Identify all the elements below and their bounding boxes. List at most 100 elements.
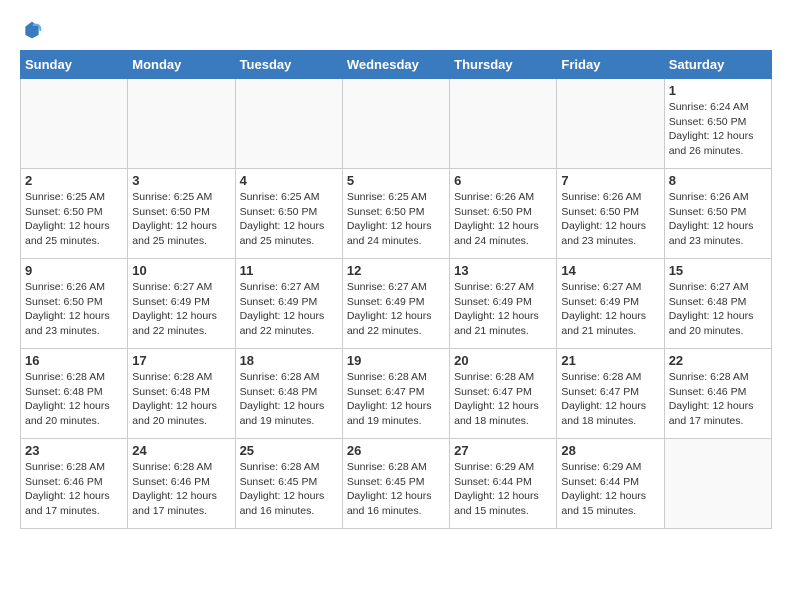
calendar-cell: 22 Sunrise: 6:28 AM Sunset: 6:46 PM Dayli… xyxy=(664,349,771,439)
day-info: Sunrise: 6:28 AM Sunset: 6:46 PM Dayligh… xyxy=(132,460,230,519)
calendar-cell: 8 Sunrise: 6:26 AM Sunset: 6:50 PM Daylig… xyxy=(664,169,771,259)
day-number: 8 xyxy=(669,173,767,188)
day-number: 24 xyxy=(132,443,230,458)
day-info: Sunrise: 6:25 AM Sunset: 6:50 PM Dayligh… xyxy=(25,190,123,249)
calendar-cell xyxy=(450,79,557,169)
day-number: 13 xyxy=(454,263,552,278)
day-info: Sunrise: 6:27 AM Sunset: 6:49 PM Dayligh… xyxy=(240,280,338,339)
day-number: 14 xyxy=(561,263,659,278)
calendar-cell: 4 Sunrise: 6:25 AM Sunset: 6:50 PM Daylig… xyxy=(235,169,342,259)
calendar-cell: 5 Sunrise: 6:25 AM Sunset: 6:50 PM Daylig… xyxy=(342,169,449,259)
day-info: Sunrise: 6:29 AM Sunset: 6:44 PM Dayligh… xyxy=(454,460,552,519)
day-info: Sunrise: 6:28 AM Sunset: 6:47 PM Dayligh… xyxy=(454,370,552,429)
day-info: Sunrise: 6:28 AM Sunset: 6:45 PM Dayligh… xyxy=(240,460,338,519)
day-info: Sunrise: 6:29 AM Sunset: 6:44 PM Dayligh… xyxy=(561,460,659,519)
calendar-cell: 19 Sunrise: 6:28 AM Sunset: 6:47 PM Dayli… xyxy=(342,349,449,439)
day-number: 19 xyxy=(347,353,445,368)
calendar-cell: 28Sunrise: 6:29 AM Sunset: 6:44 PM Dayli… xyxy=(557,439,664,529)
day-info: Sunrise: 6:25 AM Sunset: 6:50 PM Dayligh… xyxy=(240,190,338,249)
calendar-cell: 11 Sunrise: 6:27 AM Sunset: 6:49 PM Dayli… xyxy=(235,259,342,349)
day-info: Sunrise: 6:27 AM Sunset: 6:49 PM Dayligh… xyxy=(454,280,552,339)
day-number: 21 xyxy=(561,353,659,368)
page-header xyxy=(20,20,772,40)
calendar-cell: 10Sunrise: 6:27 AM Sunset: 6:49 PM Dayli… xyxy=(128,259,235,349)
day-info: Sunrise: 6:28 AM Sunset: 6:47 PM Dayligh… xyxy=(561,370,659,429)
calendar-cell xyxy=(235,79,342,169)
day-number: 17 xyxy=(132,353,230,368)
calendar-cell: 26 Sunrise: 6:28 AM Sunset: 6:45 PM Dayli… xyxy=(342,439,449,529)
day-info: Sunrise: 6:26 AM Sunset: 6:50 PM Dayligh… xyxy=(454,190,552,249)
day-info: Sunrise: 6:28 AM Sunset: 6:48 PM Dayligh… xyxy=(132,370,230,429)
calendar-week-row: 1 Sunrise: 6:24 AM Sunset: 6:50 PM Daylig… xyxy=(21,79,772,169)
day-number: 25 xyxy=(240,443,338,458)
calendar-cell xyxy=(21,79,128,169)
calendar-cell: 1 Sunrise: 6:24 AM Sunset: 6:50 PM Daylig… xyxy=(664,79,771,169)
calendar-cell: 21 Sunrise: 6:28 AM Sunset: 6:47 PM Dayli… xyxy=(557,349,664,439)
calendar-day-header: Sunday xyxy=(21,51,128,79)
day-info: Sunrise: 6:28 AM Sunset: 6:47 PM Dayligh… xyxy=(347,370,445,429)
day-info: Sunrise: 6:27 AM Sunset: 6:49 PM Dayligh… xyxy=(132,280,230,339)
day-number: 9 xyxy=(25,263,123,278)
calendar-cell: 23 Sunrise: 6:28 AM Sunset: 6:46 PM Dayli… xyxy=(21,439,128,529)
calendar-cell xyxy=(557,79,664,169)
calendar-cell: 9Sunrise: 6:26 AM Sunset: 6:50 PM Daylig… xyxy=(21,259,128,349)
day-number: 12 xyxy=(347,263,445,278)
calendar-cell xyxy=(342,79,449,169)
calendar-cell: 16 Sunrise: 6:28 AM Sunset: 6:48 PM Dayli… xyxy=(21,349,128,439)
day-info: Sunrise: 6:28 AM Sunset: 6:48 PM Dayligh… xyxy=(240,370,338,429)
day-number: 22 xyxy=(669,353,767,368)
day-info: Sunrise: 6:26 AM Sunset: 6:50 PM Dayligh… xyxy=(561,190,659,249)
day-number: 1 xyxy=(669,83,767,98)
day-info: Sunrise: 6:28 AM Sunset: 6:45 PM Dayligh… xyxy=(347,460,445,519)
calendar-cell: 24 Sunrise: 6:28 AM Sunset: 6:46 PM Dayli… xyxy=(128,439,235,529)
calendar-week-row: 2 Sunrise: 6:25 AM Sunset: 6:50 PM Daylig… xyxy=(21,169,772,259)
day-info: Sunrise: 6:25 AM Sunset: 6:50 PM Dayligh… xyxy=(132,190,230,249)
calendar-header-row: SundayMondayTuesdayWednesdayThursdayFrid… xyxy=(21,51,772,79)
calendar-cell: 25 Sunrise: 6:28 AM Sunset: 6:45 PM Dayli… xyxy=(235,439,342,529)
day-info: Sunrise: 6:27 AM Sunset: 6:49 PM Dayligh… xyxy=(561,280,659,339)
day-number: 18 xyxy=(240,353,338,368)
day-info: Sunrise: 6:24 AM Sunset: 6:50 PM Dayligh… xyxy=(669,100,767,159)
day-number: 4 xyxy=(240,173,338,188)
day-number: 20 xyxy=(454,353,552,368)
calendar-cell: 14 Sunrise: 6:27 AM Sunset: 6:49 PM Dayli… xyxy=(557,259,664,349)
calendar-cell: 17 Sunrise: 6:28 AM Sunset: 6:48 PM Dayli… xyxy=(128,349,235,439)
calendar-cell: 12 Sunrise: 6:27 AM Sunset: 6:49 PM Dayli… xyxy=(342,259,449,349)
day-info: Sunrise: 6:26 AM Sunset: 6:50 PM Dayligh… xyxy=(669,190,767,249)
day-info: Sunrise: 6:28 AM Sunset: 6:46 PM Dayligh… xyxy=(25,460,123,519)
calendar-cell: 27 Sunrise: 6:29 AM Sunset: 6:44 PM Dayli… xyxy=(450,439,557,529)
day-number: 7 xyxy=(561,173,659,188)
day-number: 27 xyxy=(454,443,552,458)
day-info: Sunrise: 6:25 AM Sunset: 6:50 PM Dayligh… xyxy=(347,190,445,249)
calendar-cell xyxy=(664,439,771,529)
calendar-cell: 13 Sunrise: 6:27 AM Sunset: 6:49 PM Dayli… xyxy=(450,259,557,349)
day-info: Sunrise: 6:28 AM Sunset: 6:46 PM Dayligh… xyxy=(669,370,767,429)
calendar-day-header: Thursday xyxy=(450,51,557,79)
day-number: 3 xyxy=(132,173,230,188)
day-number: 11 xyxy=(240,263,338,278)
day-number: 2 xyxy=(25,173,123,188)
calendar-day-header: Tuesday xyxy=(235,51,342,79)
calendar-cell: 6Sunrise: 6:26 AM Sunset: 6:50 PM Daylig… xyxy=(450,169,557,259)
logo xyxy=(20,20,42,40)
calendar-week-row: 16 Sunrise: 6:28 AM Sunset: 6:48 PM Dayli… xyxy=(21,349,772,439)
day-number: 15 xyxy=(669,263,767,278)
calendar-day-header: Saturday xyxy=(664,51,771,79)
logo-icon xyxy=(22,20,42,40)
calendar-week-row: 23 Sunrise: 6:28 AM Sunset: 6:46 PM Dayli… xyxy=(21,439,772,529)
day-info: Sunrise: 6:27 AM Sunset: 6:48 PM Dayligh… xyxy=(669,280,767,339)
day-number: 5 xyxy=(347,173,445,188)
calendar-cell: 7 Sunrise: 6:26 AM Sunset: 6:50 PM Daylig… xyxy=(557,169,664,259)
day-number: 23 xyxy=(25,443,123,458)
calendar-cell: 15 Sunrise: 6:27 AM Sunset: 6:48 PM Dayli… xyxy=(664,259,771,349)
day-number: 16 xyxy=(25,353,123,368)
day-info: Sunrise: 6:28 AM Sunset: 6:48 PM Dayligh… xyxy=(25,370,123,429)
calendar-day-header: Monday xyxy=(128,51,235,79)
calendar-week-row: 9Sunrise: 6:26 AM Sunset: 6:50 PM Daylig… xyxy=(21,259,772,349)
calendar-day-header: Wednesday xyxy=(342,51,449,79)
calendar-day-header: Friday xyxy=(557,51,664,79)
day-info: Sunrise: 6:27 AM Sunset: 6:49 PM Dayligh… xyxy=(347,280,445,339)
calendar-cell: 18 Sunrise: 6:28 AM Sunset: 6:48 PM Dayli… xyxy=(235,349,342,439)
day-number: 26 xyxy=(347,443,445,458)
calendar-table: SundayMondayTuesdayWednesdayThursdayFrid… xyxy=(20,50,772,529)
